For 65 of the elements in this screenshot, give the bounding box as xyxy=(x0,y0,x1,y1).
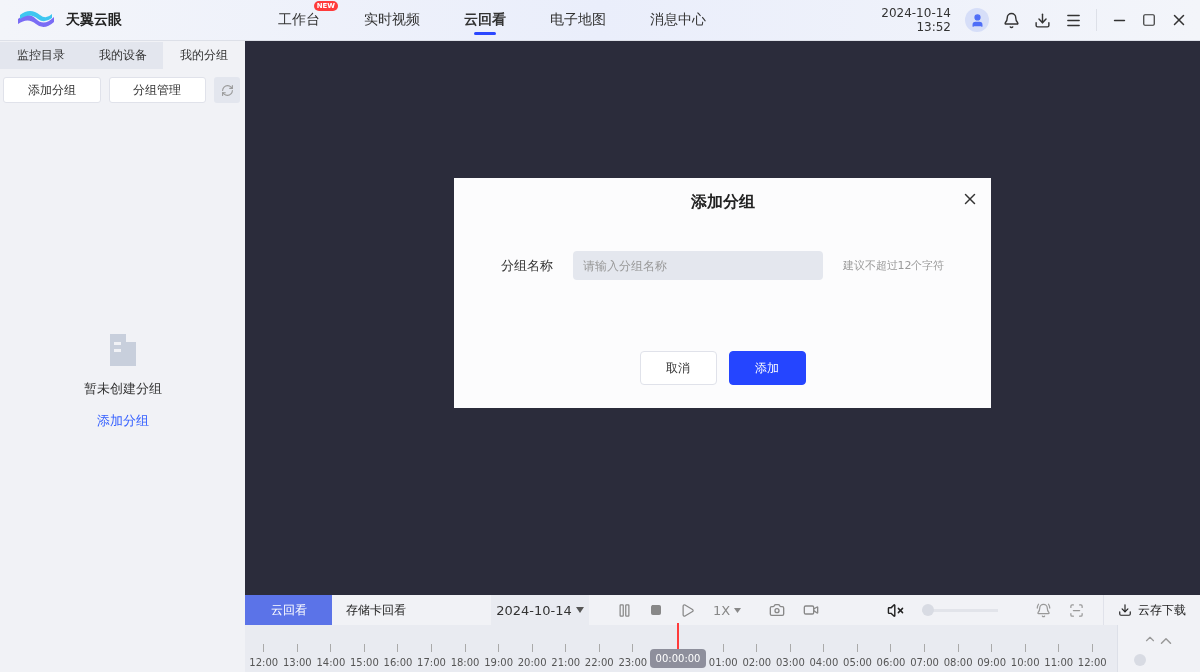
download-icon[interactable] xyxy=(1034,11,1051,29)
time-label: 14:00 xyxy=(316,657,346,668)
time-label: 21:00 xyxy=(551,657,581,668)
time-label: 05:00 xyxy=(843,657,872,668)
empty-message: 暂未创建分组 xyxy=(83,379,162,398)
avatar-icon[interactable] xyxy=(965,8,989,32)
caret-icon xyxy=(734,607,742,613)
time-label: 13:00 xyxy=(282,657,312,668)
camera-icon[interactable] xyxy=(769,602,786,618)
stop-icon[interactable] xyxy=(650,604,662,616)
caret-icon xyxy=(575,607,584,613)
bell-icon[interactable] xyxy=(1003,11,1020,29)
time-label: 09:00 xyxy=(977,657,1007,668)
playback-tab[interactable]: 云回看 xyxy=(245,595,332,625)
mute-icon[interactable] xyxy=(887,601,905,619)
scan-icon[interactable] xyxy=(1069,602,1085,618)
time-label: 02:00 xyxy=(742,657,772,668)
time-label: 22:00 xyxy=(584,657,614,668)
alarm-icon[interactable] xyxy=(1036,602,1052,618)
playhead-line xyxy=(677,623,679,649)
nav-tab[interactable]: 消息中心 xyxy=(650,5,706,35)
time-label: 04:00 xyxy=(809,657,839,668)
video-icon[interactable] xyxy=(803,602,820,618)
time-label: 17:00 xyxy=(417,657,446,668)
time-label: 23:00 xyxy=(618,657,648,668)
maximize-icon[interactable] xyxy=(1142,13,1156,27)
time-text: 13:52 xyxy=(916,20,951,34)
time-label: 20:00 xyxy=(517,657,547,668)
date-select[interactable]: 2024-10-14 xyxy=(491,595,589,625)
step-icon[interactable] xyxy=(680,602,695,618)
app-name: 天翼云眼 xyxy=(66,11,122,29)
dialog-title: 添加分组 xyxy=(690,192,755,213)
field-hint: 建议不超过12个字符 xyxy=(842,258,945,273)
sidebar-button[interactable]: 添加分组 xyxy=(3,77,101,103)
sidebar-button[interactable]: 分组管理 xyxy=(108,77,206,103)
time-label: 06:00 xyxy=(876,657,906,668)
time-label: 18:00 xyxy=(450,657,480,668)
time-label: 07:00 xyxy=(910,657,939,668)
group-name-field[interactable]: 请输入分组名称 xyxy=(572,251,823,280)
time-label: 08:00 xyxy=(943,657,973,668)
time-label: 11:00 xyxy=(1044,657,1074,668)
time-label: 03:00 xyxy=(775,657,805,668)
time-label: 10:00 xyxy=(1010,657,1040,668)
add-group-link[interactable]: 添加分组 xyxy=(96,411,149,430)
building-icon xyxy=(107,333,138,366)
nav-tab[interactable]: 电子地图 xyxy=(550,5,606,35)
nav-tab[interactable]: 实时视频 xyxy=(364,5,420,35)
field-label: 分组名称 xyxy=(500,256,553,275)
download-icon xyxy=(1118,603,1132,617)
time-label: 12:00 xyxy=(1077,657,1107,668)
refresh-button[interactable] xyxy=(214,77,240,103)
add-button[interactable]: 添加 xyxy=(728,351,806,385)
refresh-icon xyxy=(220,83,234,97)
time-label: 12:00 xyxy=(249,657,279,668)
nav-tab[interactable]: 云回看 xyxy=(464,5,506,35)
pause-icon[interactable] xyxy=(617,602,632,618)
sidebar-tab[interactable]: 监控目录 xyxy=(0,42,82,69)
time-label: 19:00 xyxy=(484,657,513,668)
time-label: 01:00 xyxy=(708,657,738,668)
date-text: 2024-10-14 xyxy=(881,6,951,20)
time-label: 15:00 xyxy=(350,657,379,668)
time-label: 16:00 xyxy=(383,657,413,668)
cancel-button[interactable]: 取消 xyxy=(639,351,717,385)
sidebar-tab[interactable]: 我的分组 xyxy=(163,42,245,69)
sidebar-tab[interactable]: 我的设备 xyxy=(81,42,164,69)
